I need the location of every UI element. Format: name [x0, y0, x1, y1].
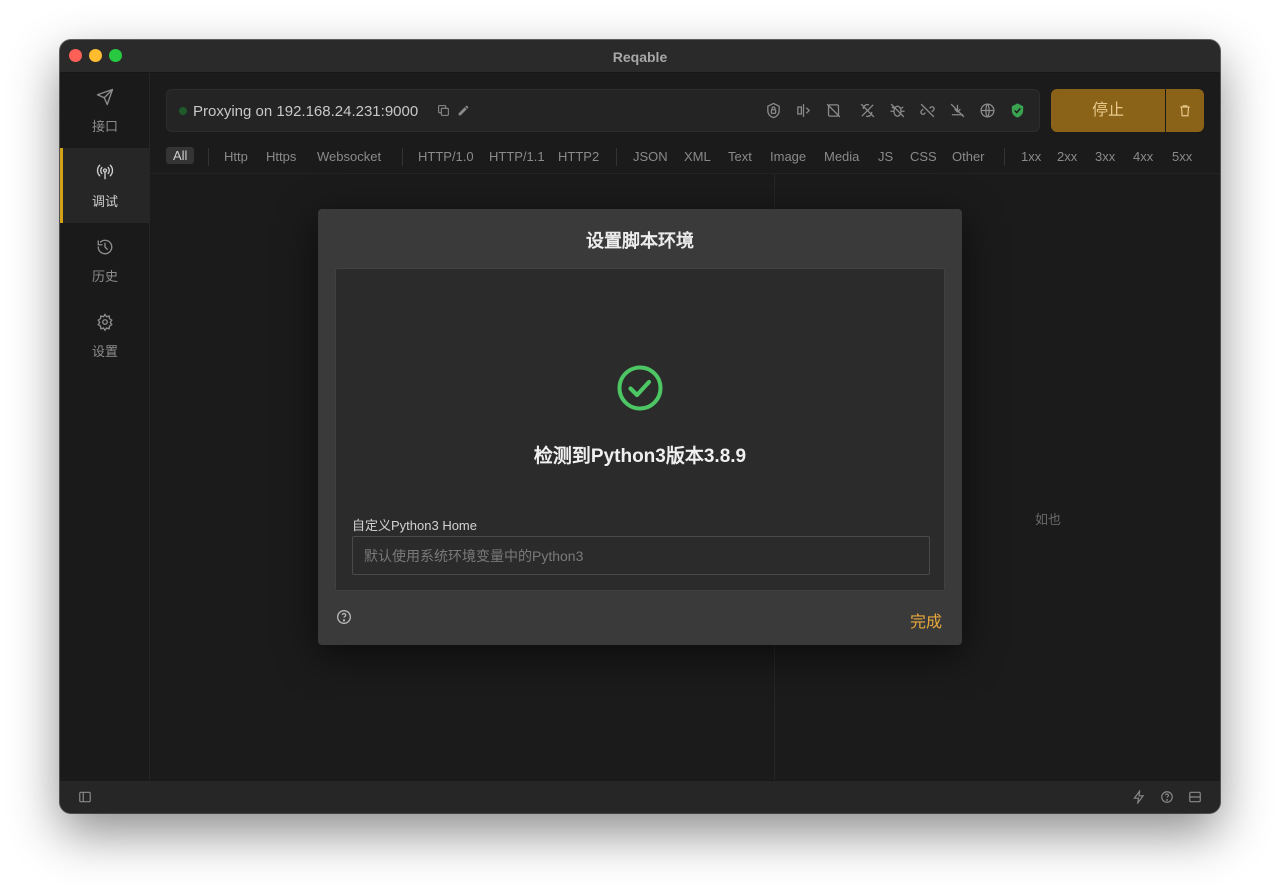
check-circle-icon	[617, 365, 663, 411]
app-window: Reqable 接口 调试 历史 设置 Proxying on 192.168.…	[60, 40, 1220, 813]
modal-overlay: 设置脚本环境 检测到Python3版本3.8.9 自定义Python3 Home…	[60, 40, 1220, 813]
dialog-body: 检测到Python3版本3.8.9 自定义Python3 Home	[335, 268, 945, 591]
python-home-label: 自定义Python3 Home	[352, 518, 477, 533]
done-button[interactable]: 完成	[910, 608, 942, 632]
script-env-dialog: 设置脚本环境 检测到Python3版本3.8.9 自定义Python3 Home…	[318, 209, 962, 645]
dialog-title: 设置脚本环境	[586, 231, 694, 251]
python-detected-text: 检测到Python3版本3.8.9	[533, 446, 747, 467]
python-home-input[interactable]	[352, 536, 930, 575]
help-icon[interactable]	[336, 609, 352, 625]
